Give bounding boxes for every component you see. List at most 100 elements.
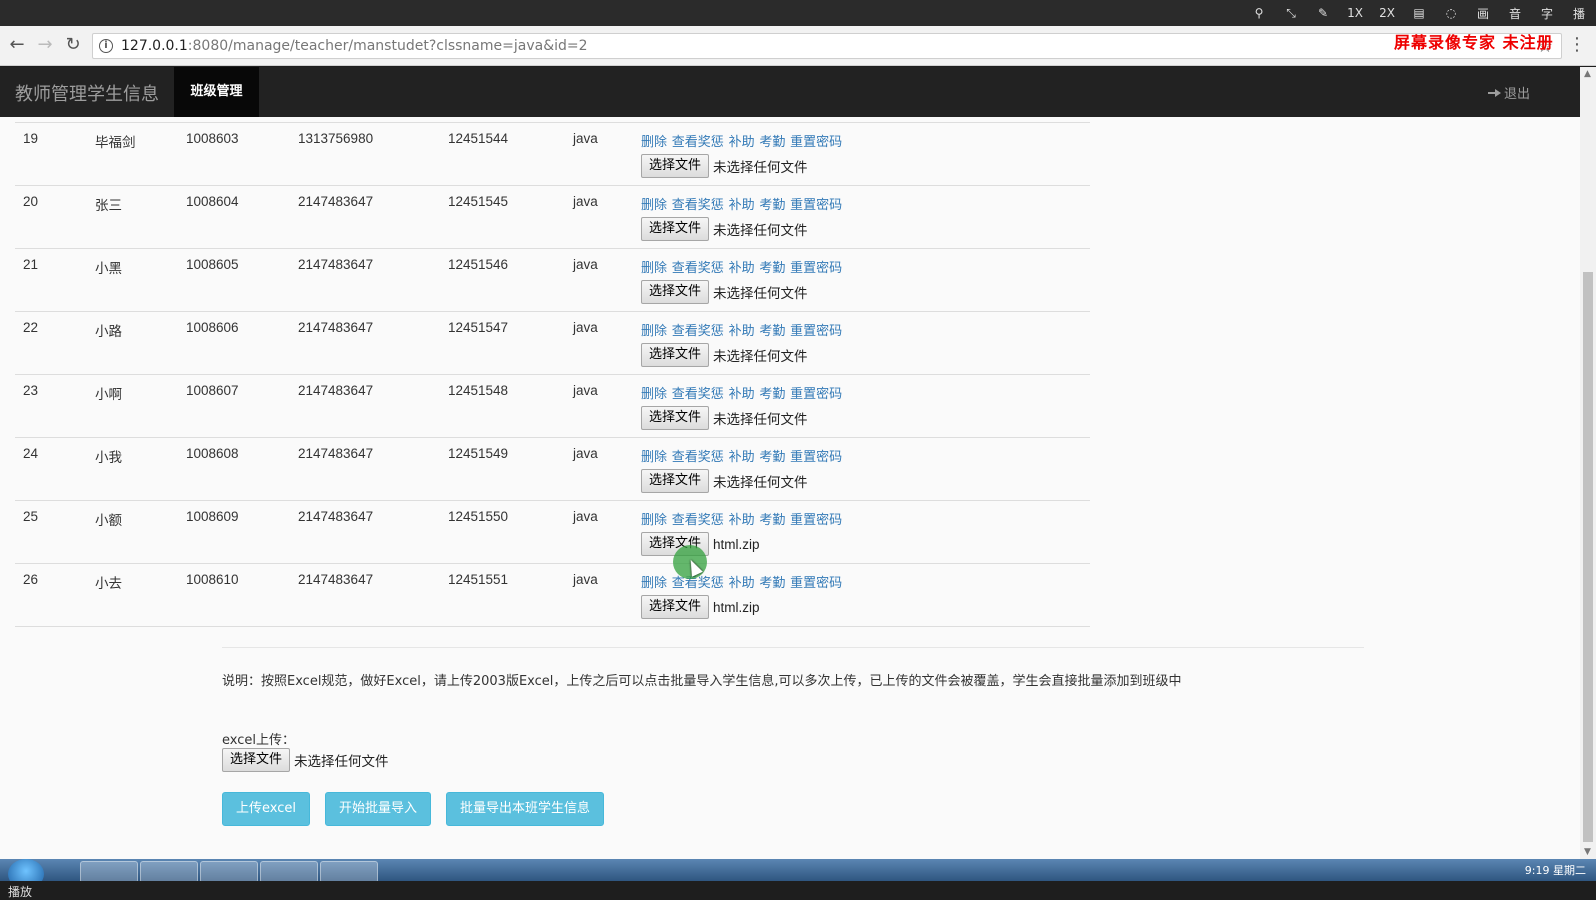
choose-file-button[interactable]: 选择文件 <box>641 595 710 619</box>
scrollbar-thumb[interactable] <box>1583 272 1593 842</box>
taskbar-app-java[interactable] <box>80 861 138 881</box>
choose-file-button[interactable]: 选择文件 <box>641 469 710 493</box>
scroll-down-arrow-icon[interactable]: ▼ <box>1584 847 1591 857</box>
recorder-audio-button[interactable]: 音 <box>1506 5 1524 22</box>
row-file-input[interactable]: 选择文件 未选择任何文件 <box>641 280 1082 304</box>
attendance-link[interactable]: 考勤 <box>759 260 785 275</box>
reload-icon[interactable]: ↻ <box>62 34 84 56</box>
student-number-cell: 1008605 <box>178 248 290 312</box>
attendance-link[interactable]: 考勤 <box>759 134 785 149</box>
info-icon[interactable]: i <box>99 39 113 53</box>
nav-item-class-management[interactable]: 班级管理 <box>174 67 259 117</box>
delete-link[interactable]: 删除 <box>641 449 667 464</box>
start-button[interactable] <box>8 859 44 881</box>
delete-link[interactable]: 删除 <box>641 323 667 338</box>
reset-password-link[interactable]: 重置密码 <box>790 512 842 527</box>
row-file-input[interactable]: 选择文件 html.zip <box>641 532 1082 556</box>
delete-link[interactable]: 删除 <box>641 386 667 401</box>
attendance-link[interactable]: 考勤 <box>759 323 785 338</box>
row-file-input[interactable]: 选择文件 未选择任何文件 <box>641 154 1082 178</box>
row-file-input[interactable]: 选择文件 html.zip <box>641 595 1082 619</box>
recorder-play-button[interactable]: 播 <box>1570 5 1588 22</box>
forward-arrow-icon[interactable]: → <box>34 34 56 56</box>
address-bar[interactable]: i 127.0.0.1:8080/manage/teacher/manstude… <box>92 33 1562 59</box>
speed-2x-button[interactable]: 2X <box>1378 6 1396 20</box>
navbar-brand[interactable]: 教师管理学生信息 <box>15 80 159 106</box>
view-rewards-link[interactable]: 查看奖惩 <box>672 386 724 401</box>
layout-icon[interactable]: ▤ <box>1410 6 1428 20</box>
bulb-icon[interactable]: ◌ <box>1442 6 1460 20</box>
taskbar-clock[interactable]: 9:19 星期二 <box>1525 862 1586 878</box>
attendance-link[interactable]: 考勤 <box>759 386 785 401</box>
scroll-up-arrow-icon[interactable]: ▲ <box>1584 69 1591 79</box>
edit-icon[interactable]: ✎ <box>1314 6 1332 20</box>
excel-choose-file-button[interactable]: 选择文件 <box>222 748 291 772</box>
view-rewards-link[interactable]: 查看奖惩 <box>672 260 724 275</box>
browser-menu-icon[interactable]: ⋮ <box>1568 34 1586 56</box>
choose-file-button[interactable]: 选择文件 <box>641 406 710 430</box>
recorder-picture-button[interactable]: 画 <box>1474 5 1492 22</box>
speed-1x-button[interactable]: 1X <box>1346 6 1364 20</box>
reset-password-link[interactable]: 重置密码 <box>790 386 842 401</box>
attendance-link[interactable]: 考勤 <box>759 197 785 212</box>
taskbar-app-firefox[interactable] <box>140 861 198 881</box>
view-rewards-link[interactable]: 查看奖惩 <box>672 449 724 464</box>
subsidy-link[interactable]: 补助 <box>729 449 755 464</box>
recorder-toolbar: ⚲ ⤡ ✎ 1X 2X ▤ ◌ 画 音 字 播 <box>0 0 1596 26</box>
reset-password-link[interactable]: 重置密码 <box>790 575 842 590</box>
student-id-cell: 21 <box>15 248 87 312</box>
attendance-link[interactable]: 考勤 <box>759 575 785 590</box>
table-row: 21 小黑 1008605 2147483647 12451546 java 删除 查看奖惩… <box>15 248 1090 312</box>
resize-icon[interactable]: ⤡ <box>1282 6 1300 21</box>
upload-excel-button[interactable]: 上传excel <box>222 792 310 826</box>
row-file-input[interactable]: 选择文件 未选择任何文件 <box>641 343 1082 367</box>
attendance-link[interactable]: 考勤 <box>759 512 785 527</box>
view-rewards-link[interactable]: 查看奖惩 <box>672 575 724 590</box>
row-file-input[interactable]: 选择文件 未选择任何文件 <box>641 406 1082 430</box>
student-class-cell: java <box>565 311 633 375</box>
delete-link[interactable]: 删除 <box>641 197 667 212</box>
delete-link[interactable]: 删除 <box>641 260 667 275</box>
page-scrollbar[interactable]: ▲ ▼ <box>1580 67 1596 859</box>
view-rewards-link[interactable]: 查看奖惩 <box>672 323 724 338</box>
subsidy-link[interactable]: 补助 <box>729 575 755 590</box>
view-rewards-link[interactable]: 查看奖惩 <box>672 134 724 149</box>
reset-password-link[interactable]: 重置密码 <box>790 197 842 212</box>
subsidy-link[interactable]: 补助 <box>729 260 755 275</box>
subsidy-link[interactable]: 补助 <box>729 197 755 212</box>
pin-icon[interactable]: ⚲ <box>1250 6 1268 20</box>
subsidy-link[interactable]: 补助 <box>729 512 755 527</box>
taskbar-app-recorder[interactable] <box>320 861 378 881</box>
back-arrow-icon[interactable]: ← <box>6 34 28 56</box>
batch-import-button[interactable]: 开始批量导入 <box>325 792 432 826</box>
reset-password-link[interactable]: 重置密码 <box>790 260 842 275</box>
choose-file-button[interactable]: 选择文件 <box>641 343 710 367</box>
url-text[interactable]: 127.0.0.1:8080/manage/teacher/manstudet?… <box>121 38 588 54</box>
subsidy-link[interactable]: 补助 <box>729 386 755 401</box>
delete-link[interactable]: 删除 <box>641 134 667 149</box>
row-file-input[interactable]: 选择文件 未选择任何文件 <box>641 469 1082 493</box>
row-file-input[interactable]: 选择文件 未选择任何文件 <box>641 217 1082 241</box>
reset-password-link[interactable]: 重置密码 <box>790 134 842 149</box>
choose-file-button[interactable]: 选择文件 <box>641 217 710 241</box>
student-phone-cell: 2147483647 <box>290 311 440 375</box>
logout-link[interactable]: 退出 <box>1488 83 1530 102</box>
delete-link[interactable]: 删除 <box>641 575 667 590</box>
view-rewards-link[interactable]: 查看奖惩 <box>672 197 724 212</box>
excel-file-input[interactable]: 选择文件 未选择任何文件 <box>222 748 389 772</box>
taskbar-app-explorer[interactable] <box>200 861 258 881</box>
view-rewards-link[interactable]: 查看奖惩 <box>672 512 724 527</box>
subsidy-link[interactable]: 补助 <box>729 134 755 149</box>
reset-password-link[interactable]: 重置密码 <box>790 449 842 464</box>
student-number-cell: 1008604 <box>178 185 290 249</box>
operations-cell: 删除 查看奖惩 补助 考勤 重置密码 选择文件 未选择任何文件 <box>633 437 1090 501</box>
subsidy-link[interactable]: 补助 <box>729 323 755 338</box>
choose-file-button[interactable]: 选择文件 <box>641 280 710 304</box>
delete-link[interactable]: 删除 <box>641 512 667 527</box>
recorder-subtitle-button[interactable]: 字 <box>1538 5 1556 22</box>
export-class-students-button[interactable]: 批量导出本班学生信息 <box>446 792 605 826</box>
taskbar-app-chrome[interactable] <box>260 861 318 881</box>
reset-password-link[interactable]: 重置密码 <box>790 323 842 338</box>
attendance-link[interactable]: 考勤 <box>759 449 785 464</box>
choose-file-button[interactable]: 选择文件 <box>641 154 710 178</box>
